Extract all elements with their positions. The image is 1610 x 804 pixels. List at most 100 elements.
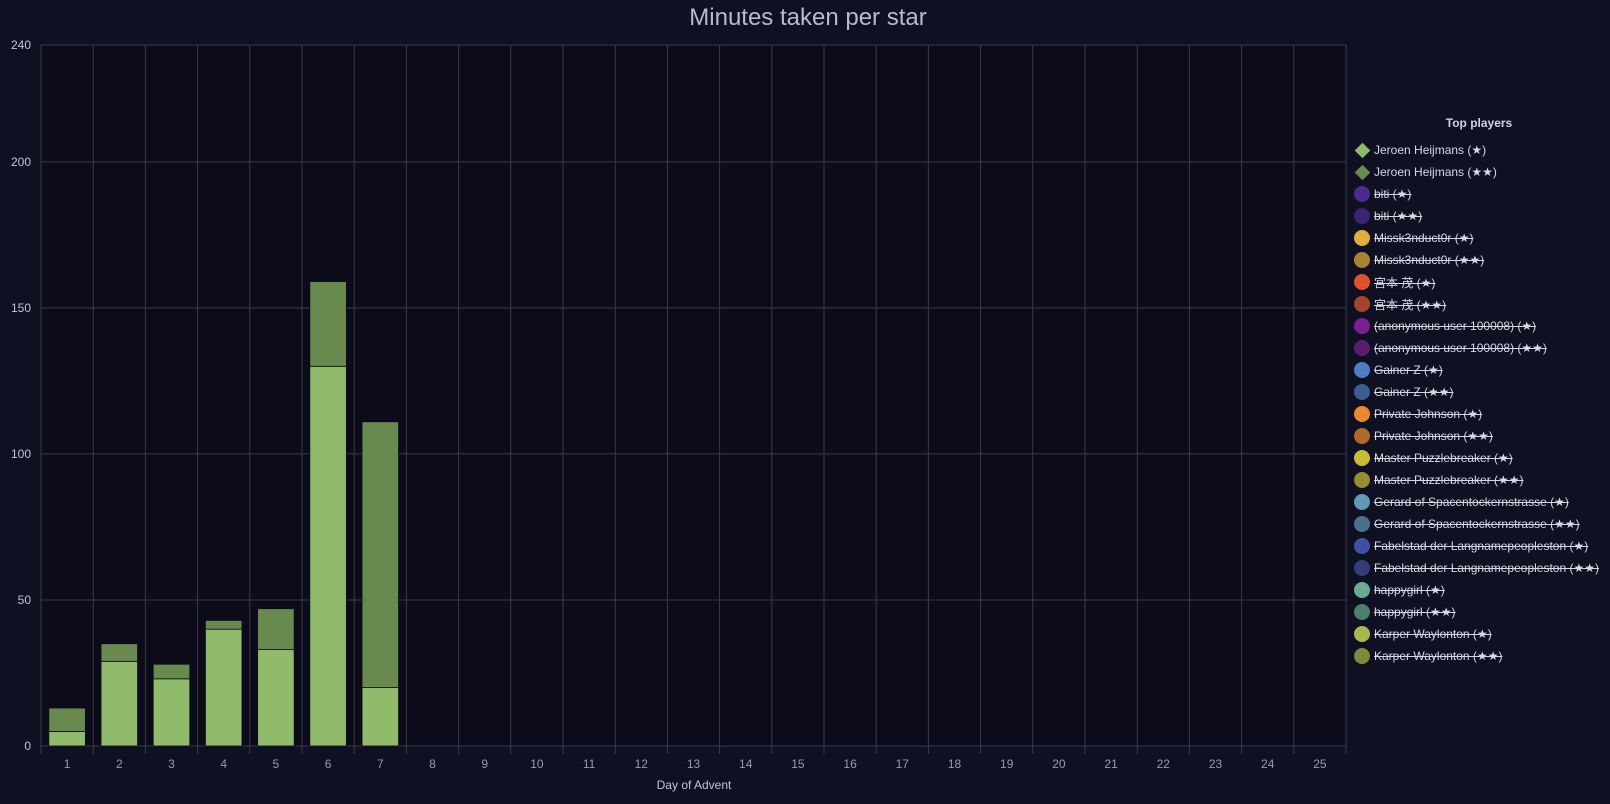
x-tick-label: 22 — [1157, 757, 1171, 771]
legend-item-label: happygirl (★) — [1374, 583, 1445, 597]
diamond-marker-icon — [1354, 142, 1371, 158]
bar-day-4-series-1[interactable] — [205, 628, 243, 747]
legend-item[interactable]: 宮本 茂 (★★) — [1354, 293, 1604, 315]
x-tick-label: 9 — [481, 757, 488, 771]
circle-marker-icon — [1354, 428, 1370, 444]
x-tick-label: 13 — [687, 757, 701, 771]
legend-item-label: 宮本 茂 (★) — [1374, 275, 1436, 290]
circle-marker-icon — [1354, 494, 1370, 510]
legend-item[interactable]: Gainer Z (★) — [1354, 359, 1604, 381]
x-tick-label: 15 — [791, 757, 805, 771]
legend-item-label: Master Puzzlebreaker (★) — [1374, 451, 1513, 465]
legend-item[interactable]: Jeroen Heijmans (★★) — [1354, 161, 1604, 183]
bar-day-5-series-1[interactable] — [257, 649, 295, 747]
x-tick-label: 23 — [1209, 757, 1223, 771]
x-tick-label: 1 — [64, 757, 71, 771]
legend-item[interactable]: happygirl (★) — [1354, 579, 1604, 601]
circle-marker-icon — [1354, 362, 1370, 378]
circle-marker-icon — [1354, 626, 1370, 642]
legend-item[interactable]: Karper Waylonton (★★) — [1354, 645, 1604, 667]
x-tick-label: 24 — [1261, 757, 1275, 771]
legend-item-label: Gainer Z (★) — [1374, 363, 1443, 377]
circle-marker-icon — [1354, 274, 1370, 290]
circle-marker-icon — [1354, 318, 1370, 334]
x-tick-label: 3 — [168, 757, 175, 771]
legend-item[interactable]: Master Puzzlebreaker (★) — [1354, 447, 1604, 469]
circle-marker-icon — [1354, 406, 1370, 422]
legend-item-label: 宮本 茂 (★★) — [1374, 297, 1447, 312]
bar-day-3-series-2[interactable] — [152, 663, 191, 680]
legend-item[interactable]: (anonymous user 100008) (★★) — [1354, 337, 1604, 359]
bar-day-2-series-1[interactable] — [100, 660, 138, 747]
x-tick-label: 25 — [1313, 757, 1327, 771]
legend-item[interactable]: Private Johnson (★★) — [1354, 425, 1604, 447]
bar-day-3-series-1[interactable] — [152, 678, 191, 747]
legend-item-label: Fabelstad der Langnamepeopleston (★★) — [1374, 561, 1599, 575]
legend-item-label: Gerard of Spacentockernstrasse (★★) — [1374, 517, 1580, 531]
bar-day-2-series-2[interactable] — [100, 643, 138, 662]
circle-marker-icon — [1354, 208, 1370, 224]
legend-item-label: (anonymous user 100008) (★) — [1374, 319, 1537, 333]
bar-day-1-series-1[interactable] — [48, 730, 86, 747]
bar-day-6-series-1[interactable] — [309, 365, 347, 747]
legend-item[interactable]: happygirl (★★) — [1354, 601, 1604, 623]
legend-item[interactable]: Fabelstad der Langnamepeopleston (★★) — [1354, 557, 1604, 579]
circle-marker-icon — [1354, 296, 1370, 312]
bar-day-4-series-2[interactable] — [205, 620, 243, 630]
legend-item[interactable]: Missk3nduct0r (★★) — [1354, 249, 1604, 271]
legend-item[interactable]: Private Johnson (★) — [1354, 403, 1604, 425]
y-tick-label: 240 — [11, 38, 31, 52]
circle-marker-icon — [1354, 538, 1370, 554]
x-tick-label: 8 — [429, 757, 436, 771]
bar-day-7-series-1[interactable] — [361, 687, 399, 747]
y-tick-label: 200 — [11, 155, 31, 169]
circle-marker-icon — [1354, 186, 1370, 202]
legend-item-label: Fabelstad der Langnamepeopleston (★) — [1374, 539, 1589, 553]
bar-day-6-series-2[interactable] — [309, 281, 347, 367]
legend-item[interactable]: Jeroen Heijmans (★) — [1354, 139, 1604, 161]
bar-day-5-series-2[interactable] — [257, 608, 295, 651]
legend-item-label: (anonymous user 100008) (★★) — [1374, 341, 1547, 355]
y-tick-label: 50 — [18, 593, 32, 607]
circle-marker-icon — [1354, 648, 1370, 664]
x-tick-label: 16 — [843, 757, 857, 771]
x-tick-label: 18 — [948, 757, 962, 771]
legend-item[interactable]: Fabelstad der Langnamepeopleston (★) — [1354, 535, 1604, 557]
circle-marker-icon — [1354, 252, 1370, 268]
legend-item-label: Missk3nduct0r (★) — [1374, 231, 1474, 245]
circle-marker-icon — [1354, 450, 1370, 466]
legend-item[interactable]: Missk3nduct0r (★) — [1354, 227, 1604, 249]
circle-marker-icon — [1354, 230, 1370, 246]
legend-item-label: happygirl (★★) — [1374, 605, 1456, 619]
legend-item[interactable]: Gainer Z (★★) — [1354, 381, 1604, 403]
legend-item[interactable]: Gerard of Spacentockernstrasse (★) — [1354, 491, 1604, 513]
x-tick-label: 19 — [1000, 757, 1014, 771]
legend-item-label: Gainer Z (★★) — [1374, 385, 1454, 399]
circle-marker-icon — [1354, 516, 1370, 532]
legend-item[interactable]: 宮本 茂 (★) — [1354, 271, 1604, 293]
legend-item[interactable]: Karper Waylonton (★) — [1354, 623, 1604, 645]
legend-item[interactable]: biti (★) — [1354, 183, 1604, 205]
x-tick-label: 17 — [896, 757, 910, 771]
diamond-marker-icon — [1354, 164, 1371, 180]
x-tick-label: 21 — [1104, 757, 1118, 771]
x-tick-label: 10 — [530, 757, 544, 771]
legend-item-label: Karper Waylonton (★★) — [1374, 649, 1503, 663]
legend-item[interactable]: (anonymous user 100008) (★) — [1354, 315, 1604, 337]
legend-item-label: Missk3nduct0r (★★) — [1374, 253, 1485, 267]
circle-marker-icon — [1354, 384, 1370, 400]
circle-marker-icon — [1354, 340, 1370, 356]
x-tick-label: 14 — [739, 757, 753, 771]
y-tick-label: 100 — [11, 447, 31, 461]
x-tick-label: 20 — [1052, 757, 1066, 771]
legend-item[interactable]: biti (★★) — [1354, 205, 1604, 227]
legend-item[interactable]: Master Puzzlebreaker (★★) — [1354, 469, 1604, 491]
legend-item[interactable]: Gerard of Spacentockernstrasse (★★) — [1354, 513, 1604, 535]
legend-item-label: Master Puzzlebreaker (★★) — [1374, 473, 1524, 487]
legend-item-label: Gerard of Spacentockernstrasse (★) — [1374, 495, 1569, 509]
x-tick-label: 12 — [635, 757, 649, 771]
legend-item-label: biti (★★) — [1374, 209, 1423, 223]
bar-day-7-series-2[interactable] — [361, 421, 399, 688]
legend-item-label: Jeroen Heijmans (★) — [1374, 143, 1487, 157]
bar-day-1-series-2[interactable] — [48, 707, 86, 732]
